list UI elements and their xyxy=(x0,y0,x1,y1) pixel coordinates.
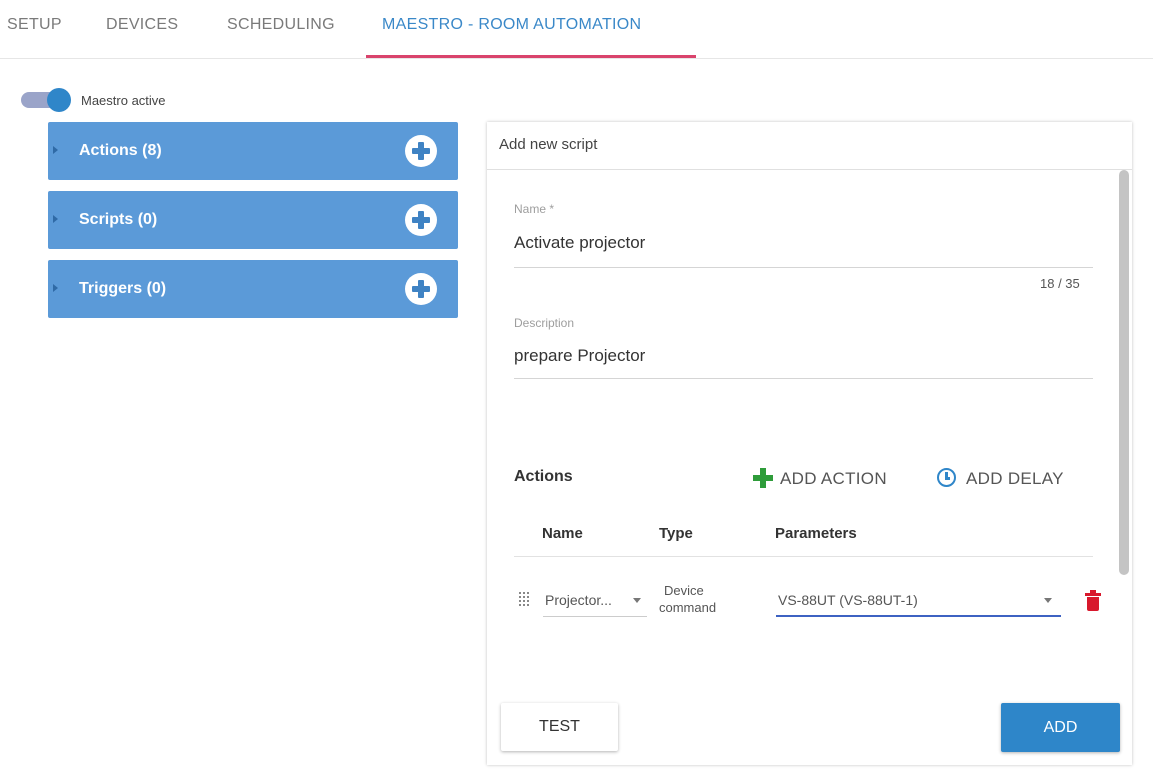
action-name-select[interactable]: Projector... xyxy=(545,592,612,608)
add-action-button[interactable]: ADD ACTION xyxy=(780,469,887,489)
panel-triggers[interactable]: Triggers (0) xyxy=(48,260,458,318)
description-field-label: Description xyxy=(514,316,575,330)
tab-bar: SETUP DEVICES SCHEDULING MAESTRO - ROOM … xyxy=(0,0,1153,59)
caret-right-icon xyxy=(53,284,58,292)
parameters-select[interactable]: VS-88UT (VS-88UT-1) xyxy=(778,592,918,608)
tab-scheduling[interactable]: SCHEDULING xyxy=(227,16,335,34)
maestro-active-toggle[interactable] xyxy=(21,88,71,112)
column-header-name: Name xyxy=(542,525,583,542)
column-header-parameters: Parameters xyxy=(775,525,857,542)
drag-handle-icon[interactable] xyxy=(519,592,531,608)
name-char-counter: 18 / 35 xyxy=(1040,276,1080,291)
add-button[interactable]: ADD xyxy=(1001,703,1120,752)
tab-maestro-room-automation[interactable]: MAESTRO - ROOM AUTOMATION xyxy=(382,16,641,34)
action-name-underline xyxy=(543,616,647,617)
parameters-select-underline xyxy=(776,615,1061,617)
column-header-type: Type xyxy=(659,525,693,542)
action-type-line1: Device xyxy=(664,583,704,598)
card-header: Add new script xyxy=(487,122,1132,170)
add-action-plus-circle-icon[interactable] xyxy=(405,135,437,167)
action-type-line2: command xyxy=(659,600,717,615)
table-header-divider xyxy=(514,556,1093,557)
tab-devices[interactable]: DEVICES xyxy=(106,16,178,34)
chevron-down-icon[interactable] xyxy=(633,598,641,603)
maestro-active-label: Maestro active xyxy=(81,93,166,108)
name-input[interactable]: Activate projector xyxy=(514,233,645,253)
maestro-page: SETUP DEVICES SCHEDULING MAESTRO - ROOM … xyxy=(0,0,1153,775)
chevron-down-icon[interactable] xyxy=(1044,598,1052,603)
description-input-underline xyxy=(514,378,1093,379)
tab-setup[interactable]: SETUP xyxy=(7,16,62,34)
toggle-knob xyxy=(47,88,71,112)
add-script-plus-circle-icon[interactable] xyxy=(405,204,437,236)
add-delay-button[interactable]: ADD DELAY xyxy=(966,469,1064,489)
description-input[interactable]: prepare Projector xyxy=(514,346,645,366)
panel-scripts-title: Scripts (0) xyxy=(79,211,158,228)
test-button[interactable]: TEST xyxy=(501,703,618,751)
panel-actions-title: Actions (8) xyxy=(79,142,162,159)
plus-icon[interactable] xyxy=(753,468,773,488)
add-script-card: Add new script xyxy=(487,122,1132,765)
trash-icon[interactable] xyxy=(1085,590,1101,612)
active-tab-indicator xyxy=(366,55,696,58)
caret-right-icon xyxy=(53,215,58,223)
panel-triggers-title: Triggers (0) xyxy=(79,280,167,297)
clock-icon[interactable] xyxy=(937,468,956,487)
caret-right-icon xyxy=(53,146,58,154)
actions-section-title: Actions xyxy=(514,468,573,485)
name-input-underline xyxy=(514,267,1093,268)
card-title: Add new script xyxy=(499,136,598,153)
name-field-label: Name * xyxy=(514,202,555,216)
panel-scripts[interactable]: Scripts (0) xyxy=(48,191,458,249)
panel-actions[interactable]: Actions (8) xyxy=(48,122,458,180)
card-scrollbar[interactable] xyxy=(1119,170,1129,575)
add-trigger-plus-circle-icon[interactable] xyxy=(405,273,437,305)
